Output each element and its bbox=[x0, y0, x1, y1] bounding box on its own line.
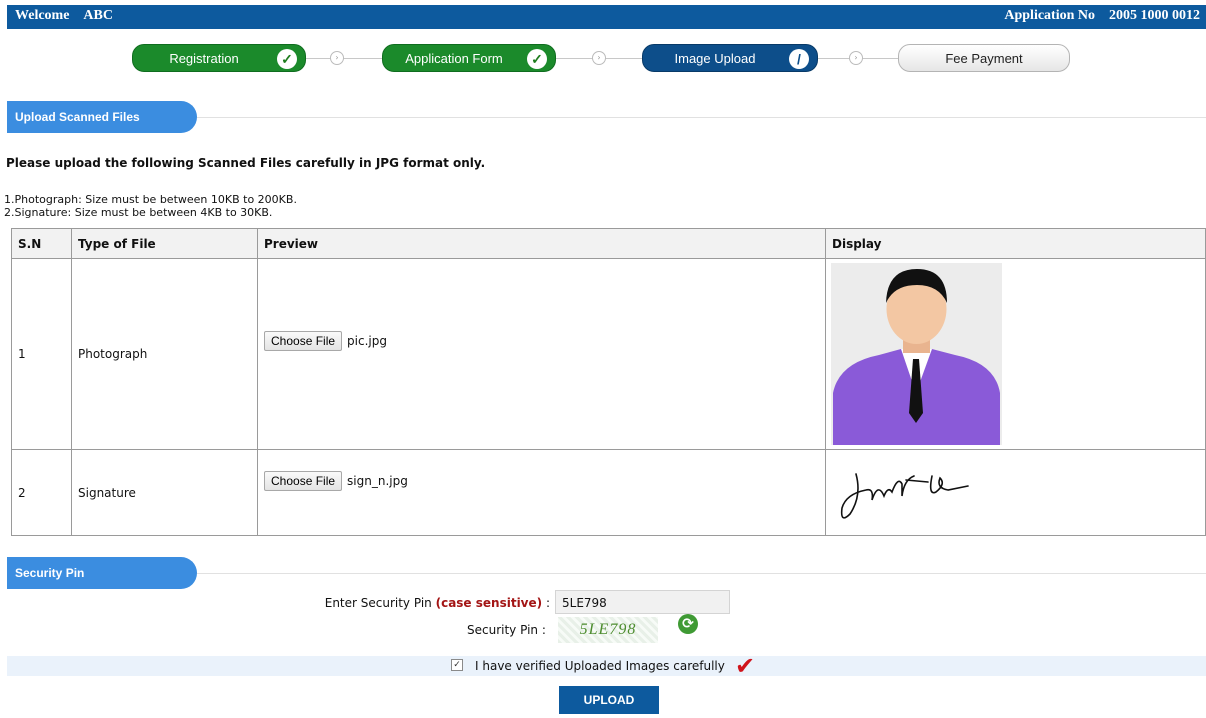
row-sn: 2 bbox=[11, 449, 72, 536]
step-label: Image Upload bbox=[674, 51, 756, 66]
application-number: Application No 2005 1000 0012 bbox=[1004, 8, 1200, 24]
preview-cell: Choose File pic.jpg bbox=[257, 258, 826, 450]
check-icon: ✓ bbox=[277, 49, 297, 69]
step-label: Registration bbox=[169, 51, 239, 66]
progress-steps: Registration ✓ › Application Form ✓ › Im… bbox=[0, 44, 1206, 76]
choose-file-button[interactable]: Choose File bbox=[264, 331, 343, 351]
security-section-header: Security Pin bbox=[7, 557, 1206, 591]
check-icon: ✓ bbox=[527, 49, 547, 69]
row-type: Signature bbox=[71, 449, 258, 536]
user-name: ABC bbox=[83, 8, 113, 23]
section-title: Upload Scanned Files bbox=[7, 101, 197, 133]
verify-row: ✓ I have verified Uploaded Images carefu… bbox=[7, 652, 1206, 680]
welcome-label: Welcome bbox=[15, 8, 70, 23]
file-name: pic.jpg bbox=[347, 334, 387, 348]
header-bar: Welcome ABC Application No 2005 1000 0012 bbox=[7, 5, 1206, 29]
photograph-preview bbox=[831, 263, 1002, 445]
person-avatar-icon bbox=[831, 263, 1002, 445]
enter-pin-label: Enter Security Pin bbox=[324, 596, 432, 610]
application-number-value: 2005 1000 0012 bbox=[1109, 8, 1200, 23]
header-display: Display bbox=[825, 228, 1206, 259]
row-type: Photograph bbox=[71, 258, 258, 450]
security-pin-row: Enter Security Pin (case sensitive) : 5L… bbox=[0, 590, 1206, 616]
application-label: Application No bbox=[1004, 8, 1095, 23]
table-row: 2 Signature Choose File sign_n.jpg bbox=[11, 449, 1206, 536]
section-title: Security Pin bbox=[7, 557, 197, 589]
upload-button[interactable]: UPLOAD bbox=[559, 686, 659, 714]
security-pin-label: Enter Security Pin (case sensitive) : bbox=[325, 596, 550, 610]
files-table: S.N Type of File Preview Display 1 Photo… bbox=[11, 228, 1206, 536]
captcha-image: 5LE798 bbox=[558, 617, 658, 643]
table-row: 1 Photograph Choose File pic.jpg bbox=[11, 258, 1206, 450]
captcha-label: Security Pin : bbox=[467, 623, 546, 637]
refresh-icon[interactable]: ⟳ bbox=[678, 614, 698, 634]
display-cell bbox=[825, 449, 1206, 536]
label-separator: : bbox=[545, 596, 550, 610]
verify-checkbox[interactable]: ✓ bbox=[451, 659, 463, 671]
file-name: sign_n.jpg bbox=[347, 474, 408, 488]
step-image-upload[interactable]: Image Upload / bbox=[642, 44, 818, 72]
step-connector bbox=[306, 58, 382, 59]
edit-icon: / bbox=[789, 49, 809, 69]
welcome-text: Welcome ABC bbox=[15, 8, 113, 24]
chevron-right-icon: › bbox=[849, 51, 863, 65]
step-label: Application Form bbox=[405, 51, 503, 66]
table-header-row: S.N Type of File Preview Display bbox=[11, 228, 1206, 259]
step-application-form[interactable]: Application Form ✓ bbox=[382, 44, 556, 72]
preview-cell: Choose File sign_n.jpg bbox=[257, 449, 826, 536]
section-divider bbox=[197, 117, 1206, 118]
signature-preview bbox=[840, 473, 969, 519]
rule-photograph: 1.Photograph: Size must be between 10KB … bbox=[4, 193, 297, 206]
header-preview: Preview bbox=[257, 228, 826, 259]
choose-file-button[interactable]: Choose File bbox=[264, 471, 343, 491]
step-label: Fee Payment bbox=[945, 51, 1023, 66]
section-divider bbox=[197, 573, 1206, 574]
upload-section-header: Upload Scanned Files bbox=[7, 101, 1206, 135]
verify-label: I have verified Uploaded Images carefull… bbox=[475, 659, 725, 673]
step-registration[interactable]: Registration ✓ bbox=[132, 44, 306, 72]
header-type: Type of File bbox=[71, 228, 258, 259]
case-sensitive-note: (case sensitive) bbox=[435, 596, 543, 610]
header-sn: S.N bbox=[11, 228, 72, 259]
row-sn: 1 bbox=[11, 258, 72, 450]
chevron-right-icon: › bbox=[592, 51, 606, 65]
instruction-rules: 1.Photograph: Size must be between 10KB … bbox=[4, 193, 297, 219]
chevron-right-icon: › bbox=[330, 51, 344, 65]
checkmark-icon: ✔ bbox=[735, 652, 756, 680]
display-cell bbox=[825, 258, 1206, 450]
instruction-title: Please upload the following Scanned File… bbox=[6, 156, 486, 170]
security-pin-input[interactable]: 5LE798 bbox=[555, 590, 730, 614]
step-fee-payment[interactable]: Fee Payment bbox=[898, 44, 1070, 72]
rule-signature: 2.Signature: Size must be between 4KB to… bbox=[4, 206, 273, 219]
